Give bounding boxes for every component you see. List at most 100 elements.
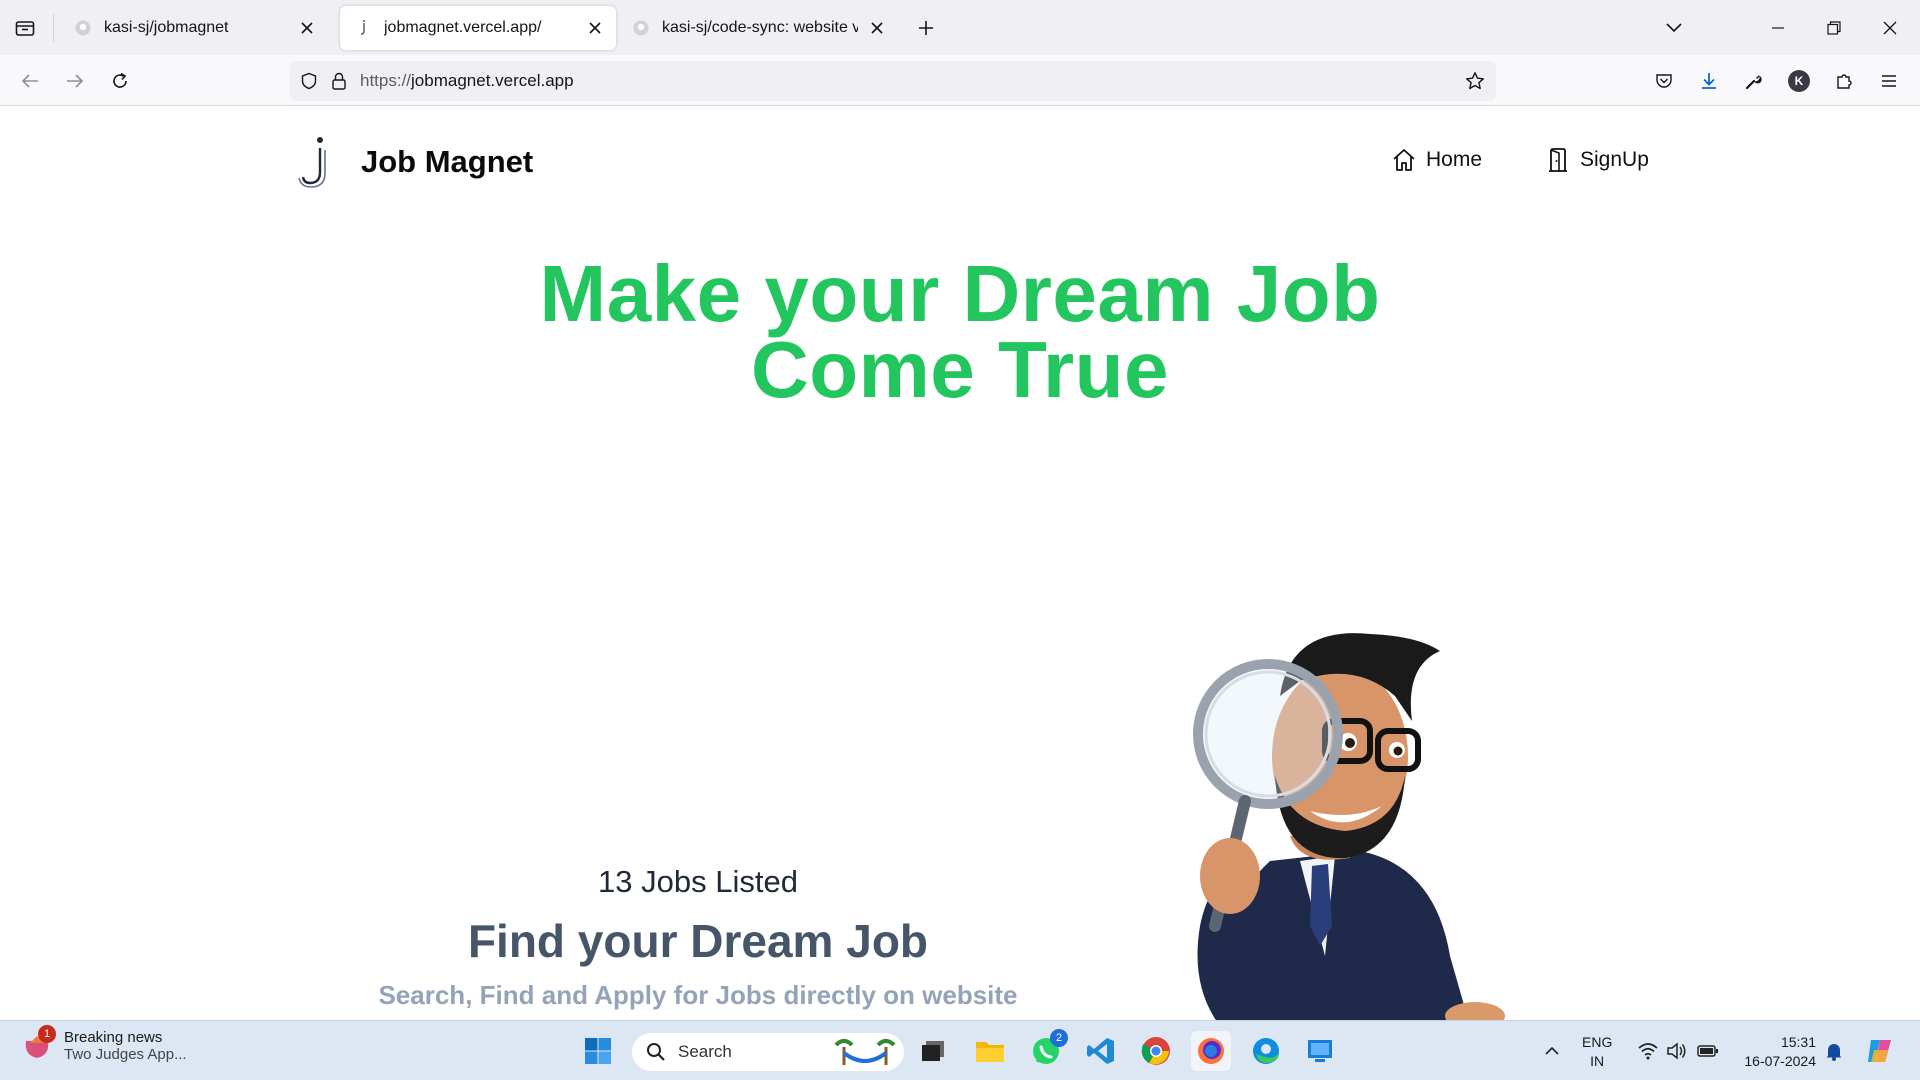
taskbar-edge[interactable]: [1246, 1031, 1286, 1071]
new-tab-button[interactable]: [912, 14, 940, 42]
start-button[interactable]: [578, 1031, 618, 1071]
taskbar-firefox[interactable]: [1191, 1031, 1231, 1071]
pocket-button[interactable]: [1648, 65, 1680, 97]
taskbar-file-explorer[interactable]: [970, 1031, 1010, 1071]
close-tab-icon[interactable]: [584, 17, 606, 39]
system-clock[interactable]: 15:31 16-07-2024: [1736, 1033, 1816, 1071]
browser-navigation-bar: https://jobmagnet.vercel.app K: [0, 55, 1920, 106]
extensions-button[interactable]: [1828, 65, 1860, 97]
news-title: Breaking news: [64, 1029, 163, 1046]
puzzle-icon: [1837, 74, 1852, 89]
restore-icon: [1827, 21, 1841, 35]
tab-list-button[interactable]: [10, 14, 40, 42]
account-button[interactable]: K: [1783, 65, 1815, 97]
search-icon: [647, 1043, 665, 1061]
close-window-button[interactable]: [1874, 12, 1906, 44]
taskbar-search[interactable]: Search: [632, 1033, 904, 1071]
language-indicator[interactable]: ENG IN: [1582, 1033, 1612, 1071]
whatsapp-badge: 2: [1050, 1029, 1068, 1047]
news-widget[interactable]: 1 Breaking news Two Judges App...: [22, 1025, 187, 1063]
plus-icon: [919, 21, 933, 35]
bookmark-star-icon[interactable]: [1460, 66, 1490, 96]
taskbar-app[interactable]: [1300, 1031, 1340, 1071]
chevron-up-icon: [1545, 1046, 1559, 1055]
job-magnet-logo-icon[interactable]: [298, 136, 332, 188]
lang-line-1: ENG: [1582, 1034, 1613, 1050]
minimize-button[interactable]: [1762, 12, 1794, 44]
signup-door-icon: [1544, 146, 1572, 174]
windows-logo-icon: [585, 1038, 611, 1064]
tab-jobmagnet-vercel[interactable]: jobmagnet.vercel.app/: [340, 6, 616, 50]
hero-headline: Make your Dream Job Come True: [0, 249, 1920, 410]
windows-taskbar: 1 Breaking news Two Judges App... Search…: [0, 1020, 1920, 1080]
browser-tab-bar: kasi-sj/jobmagnet jobmagnet.vercel.app/ …: [0, 0, 1920, 55]
taskbar-whatsapp[interactable]: 2: [1026, 1029, 1068, 1071]
mascot-illustration: [1193, 633, 1505, 1020]
nav-signup-link[interactable]: SignUp: [1544, 146, 1649, 174]
taskbar-vscode[interactable]: [1081, 1031, 1121, 1071]
github-icon: [632, 19, 650, 37]
close-tab-icon[interactable]: [296, 17, 318, 39]
show-hidden-icons-button[interactable]: [1532, 1031, 1572, 1071]
hero-line-1: Make your Dream Job: [539, 249, 1381, 338]
site-brand[interactable]: Job Magnet: [361, 144, 533, 180]
taskbar-chrome[interactable]: [1136, 1031, 1176, 1071]
search-label: Search: [678, 1042, 732, 1061]
edge-icon: [1253, 1038, 1279, 1064]
find-job-title: Find your Dream Job: [467, 915, 929, 967]
jobs-count: 13 Jobs Listed: [598, 864, 798, 899]
hamburger-menu-icon: [1882, 75, 1896, 87]
beach-hammock-icon: [834, 1039, 896, 1065]
chrome-icon: [1141, 1037, 1170, 1065]
bell-icon: [1826, 1044, 1842, 1061]
tab-github-jobmagnet[interactable]: kasi-sj/jobmagnet: [60, 6, 328, 50]
battery-icon: [1697, 1045, 1718, 1057]
wrench-icon: [1745, 75, 1762, 90]
taskbar-task-view[interactable]: [913, 1031, 953, 1071]
clock-time: 15:31: [1780, 1034, 1816, 1050]
copilot-icon: [1868, 1040, 1891, 1062]
copilot-button[interactable]: [1860, 1031, 1900, 1071]
battery-status[interactable]: [1688, 1031, 1728, 1071]
folder-icon: [976, 1042, 1004, 1062]
arrow-left-icon: [21, 74, 38, 88]
lock-icon[interactable]: [324, 66, 354, 96]
wifi-icon: [1638, 1043, 1658, 1060]
tab-list-icon: [15, 21, 35, 36]
notifications-button[interactable]: [1814, 1031, 1854, 1071]
reload-icon: [113, 72, 127, 88]
news-badge: 1: [38, 1025, 56, 1043]
web-page-content: Job Magnet Home SignUp Make your Dream J…: [0, 106, 1920, 1020]
reload-button[interactable]: [104, 65, 136, 97]
url-text[interactable]: https://jobmagnet.vercel.app: [360, 71, 574, 91]
forward-button[interactable]: [59, 65, 91, 97]
back-button[interactable]: [14, 65, 46, 97]
arrow-right-icon: [67, 74, 84, 88]
address-bar[interactable]: https://jobmagnet.vercel.app: [290, 61, 1496, 101]
tab-label: kasi-sj/code-sync: website versi: [662, 19, 858, 36]
task-view-icon: [922, 1041, 944, 1061]
profile-avatar: K: [1788, 70, 1810, 92]
close-tab-icon[interactable]: [866, 17, 888, 39]
news-subtitle: Two Judges App...: [64, 1046, 187, 1063]
desktop-app-icon: [1308, 1040, 1332, 1062]
tracking-shield-icon[interactable]: [294, 66, 324, 96]
nav-home-link[interactable]: Home: [1390, 146, 1482, 174]
tab-label: kasi-sj/jobmagnet: [104, 19, 229, 36]
tab-label: jobmagnet.vercel.app/: [384, 19, 542, 36]
developer-tools-button[interactable]: [1738, 65, 1770, 97]
clock-date: 16-07-2024: [1744, 1053, 1816, 1069]
lang-line-2: IN: [1590, 1053, 1605, 1069]
speaker-icon: [1667, 1042, 1686, 1060]
firefox-icon: [1198, 1038, 1224, 1064]
jobmagnet-favicon-icon: [354, 19, 372, 37]
pocket-icon: [1656, 74, 1672, 88]
nav-signup-label: SignUp: [1580, 148, 1649, 171]
downloads-button[interactable]: [1693, 65, 1725, 97]
tab-github-code-sync[interactable]: kasi-sj/code-sync: website versi: [618, 6, 898, 50]
app-menu-button[interactable]: [1873, 65, 1905, 97]
minimize-icon: [1772, 27, 1784, 29]
restore-button[interactable]: [1818, 12, 1850, 44]
url-host: jobmagnet.vercel.app: [411, 71, 574, 90]
list-all-tabs-button[interactable]: [1658, 12, 1690, 44]
